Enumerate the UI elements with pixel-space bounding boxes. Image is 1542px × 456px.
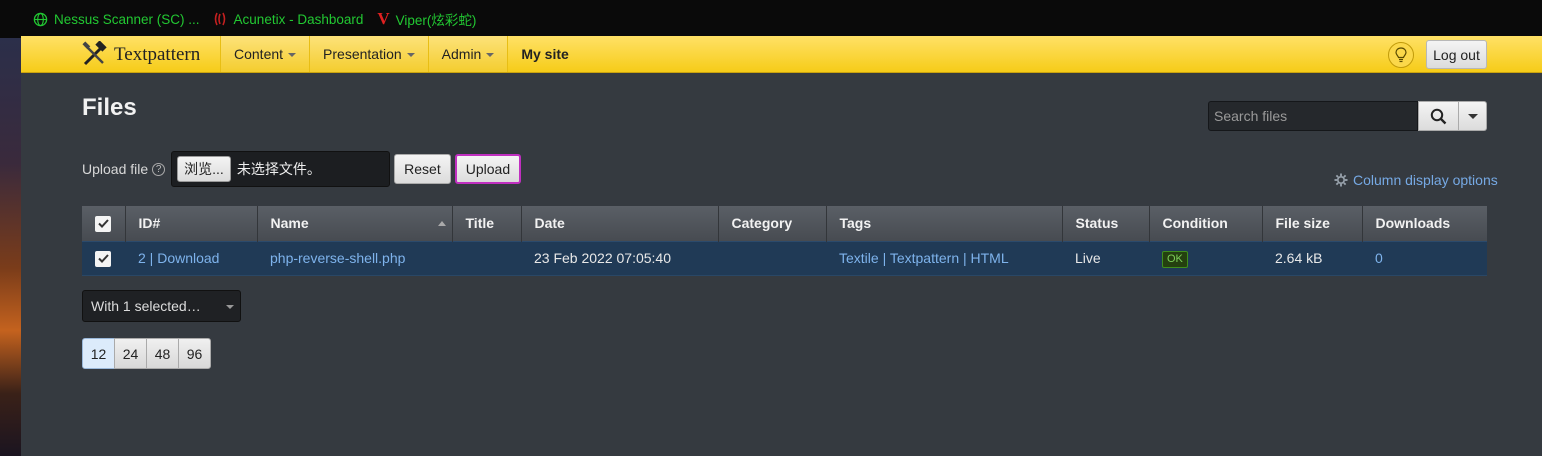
select-all-header[interactable] bbox=[82, 206, 126, 241]
files-table: ID# Name Title Date Category Tags Status… bbox=[82, 206, 1487, 276]
row-select-cell[interactable] bbox=[82, 240, 125, 276]
file-name-link[interactable]: php-reverse-shell.php bbox=[270, 250, 405, 266]
viper-v-icon: V bbox=[377, 9, 390, 28]
bookmark-nessus[interactable]: Nessus Scanner (SC) ... bbox=[33, 12, 200, 27]
textpattern-admin: Textpattern Content Presentation Admin M… bbox=[21, 36, 1542, 456]
row-checkbox[interactable] bbox=[95, 250, 111, 267]
status-badge: OK bbox=[1162, 250, 1188, 268]
select-all-checkbox[interactable] bbox=[95, 215, 111, 232]
nav-my-site[interactable]: My site bbox=[507, 36, 581, 72]
column-options-label: Column display options bbox=[1353, 172, 1498, 188]
cell-date: 23 Feb 2022 07:05:40 bbox=[521, 240, 718, 276]
column-header-condition[interactable]: Condition bbox=[1149, 206, 1263, 241]
chevron-down-icon bbox=[406, 53, 415, 57]
desktop-background bbox=[0, 38, 21, 456]
bookmark-label: Nessus Scanner (SC) ... bbox=[54, 11, 200, 27]
file-id-download-link[interactable]: 2 | Download bbox=[138, 250, 219, 266]
gear-icon bbox=[1334, 173, 1348, 187]
downloads-count-link[interactable]: 0 bbox=[1375, 250, 1383, 266]
nav-presentation[interactable]: Presentation bbox=[309, 36, 428, 72]
upload-form: Upload file ? 浏览... 未选择文件。 Reset Upload bbox=[82, 151, 522, 187]
logout-button[interactable]: Log out bbox=[1426, 40, 1487, 69]
column-header-title[interactable]: Title bbox=[452, 206, 522, 241]
column-header-file-size[interactable]: File size bbox=[1262, 206, 1363, 241]
nav-content[interactable]: Content bbox=[220, 36, 310, 72]
chevron-down-icon bbox=[486, 53, 495, 57]
column-header-status[interactable]: Status bbox=[1062, 206, 1150, 241]
browse-button[interactable]: 浏览... bbox=[177, 156, 231, 182]
column-header-name[interactable]: Name bbox=[257, 206, 453, 241]
reset-button[interactable]: Reset bbox=[394, 154, 451, 184]
bookmarks-bar: Nessus Scanner (SC) ... Acunetix - Dashb… bbox=[0, 0, 1542, 38]
bookmark-label: Viper(炫彩蛇) bbox=[395, 13, 477, 28]
cell-category bbox=[718, 240, 826, 276]
column-header-id[interactable]: ID# bbox=[125, 206, 258, 241]
bulk-action-label: With 1 selected… bbox=[91, 298, 201, 314]
chevron-down-icon bbox=[226, 305, 234, 309]
nav-admin[interactable]: Admin bbox=[427, 36, 508, 72]
tags-link[interactable]: Textile | Textpattern | HTML bbox=[839, 250, 1009, 266]
nav-label: Admin bbox=[441, 46, 482, 62]
search-icon bbox=[1430, 108, 1447, 124]
cell-file-size: 2.64 kB bbox=[1262, 240, 1362, 276]
cell-downloads: 0 bbox=[1362, 240, 1487, 276]
column-header-tags[interactable]: Tags bbox=[826, 206, 1063, 241]
globe-icon bbox=[33, 12, 48, 26]
sort-ascending-icon bbox=[437, 221, 446, 226]
upload-button[interactable]: Upload bbox=[454, 154, 522, 184]
nav-label: Content bbox=[234, 46, 284, 62]
file-input[interactable]: 浏览... 未选择文件。 bbox=[171, 151, 391, 187]
cell-name: php-reverse-shell.php bbox=[257, 240, 452, 276]
nav-label: Presentation bbox=[323, 46, 402, 62]
bookmark-label: Acunetix - Dashboard bbox=[233, 11, 364, 27]
cell-id: 2 | Download bbox=[125, 240, 257, 276]
cell-tags: Textile | Textpattern | HTML bbox=[826, 240, 1062, 276]
main-nav: Content Presentation Admin My site bbox=[220, 36, 582, 72]
page-size-selector: 12 24 48 96 bbox=[82, 338, 211, 369]
brand-logo[interactable]: Textpattern bbox=[81, 41, 200, 68]
hammer-icon bbox=[82, 41, 107, 66]
nav-label: My site bbox=[521, 46, 569, 62]
bookmark-acunetix[interactable]: Acunetix - Dashboard bbox=[214, 11, 364, 27]
bulk-action-select[interactable]: With 1 selected… bbox=[82, 290, 241, 322]
table-row: 2 | Download php-reverse-shell.php 23 Fe… bbox=[82, 240, 1487, 276]
search-input[interactable] bbox=[1208, 101, 1418, 131]
cell-title bbox=[452, 240, 521, 276]
page-size-96[interactable]: 96 bbox=[178, 338, 211, 369]
bookmark-viper[interactable]: V Viper(炫彩蛇) bbox=[377, 9, 476, 29]
brand-name: Textpattern bbox=[114, 43, 201, 65]
help-icon[interactable]: ? bbox=[152, 162, 166, 176]
check-icon bbox=[97, 254, 109, 264]
column-header-date[interactable]: Date bbox=[521, 206, 719, 241]
search-box bbox=[1208, 101, 1487, 131]
top-navigation-bar: Textpattern Content Presentation Admin M… bbox=[21, 36, 1542, 73]
cell-status: Live bbox=[1062, 240, 1149, 276]
chevron-down-icon bbox=[288, 53, 297, 57]
chevron-down-icon bbox=[1467, 113, 1478, 119]
column-display-options-link[interactable]: Column display options bbox=[1334, 172, 1498, 188]
table-header-row: ID# Name Title Date Category Tags Status… bbox=[82, 206, 1487, 241]
page-title: Files bbox=[82, 94, 137, 121]
page-size-24[interactable]: 24 bbox=[114, 338, 147, 369]
page-size-12[interactable]: 12 bbox=[82, 338, 115, 369]
page-size-48[interactable]: 48 bbox=[146, 338, 179, 369]
upload-label: Upload file bbox=[82, 161, 149, 177]
no-file-text: 未选择文件。 bbox=[236, 161, 321, 177]
cell-condition: OK bbox=[1149, 240, 1262, 276]
search-options-button[interactable] bbox=[1459, 101, 1487, 131]
acunetix-icon bbox=[214, 12, 225, 26]
lightbulb-icon[interactable] bbox=[1388, 42, 1414, 68]
check-icon bbox=[97, 219, 109, 229]
search-button[interactable] bbox=[1418, 101, 1459, 131]
column-header-downloads[interactable]: Downloads bbox=[1362, 206, 1487, 241]
column-header-category[interactable]: Category bbox=[718, 206, 827, 241]
column-header-label: Name bbox=[270, 215, 309, 232]
